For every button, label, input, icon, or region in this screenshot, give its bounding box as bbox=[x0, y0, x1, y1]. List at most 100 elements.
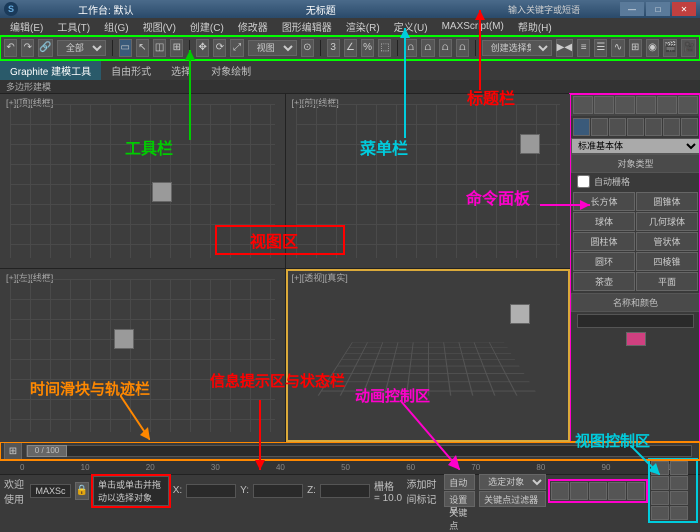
undo-icon[interactable]: ↶ bbox=[4, 39, 17, 57]
zoom-extents-icon[interactable] bbox=[651, 476, 669, 490]
pan-icon[interactable] bbox=[670, 491, 688, 505]
setkey-button[interactable]: 设置关键点 bbox=[444, 491, 475, 507]
angle-snap-icon[interactable]: ∠ bbox=[344, 39, 357, 57]
close-button[interactable]: ✕ bbox=[672, 2, 696, 16]
autokey-button[interactable]: 自动关键点 bbox=[444, 474, 475, 490]
ribbon-tab-graphite[interactable]: Graphite 建模工具 bbox=[0, 61, 101, 80]
align-icon[interactable]: ≡ bbox=[577, 39, 590, 57]
menu-tools[interactable]: 工具(T) bbox=[51, 19, 96, 34]
menu-group[interactable]: 组(G) bbox=[98, 19, 134, 34]
systems-icon[interactable] bbox=[681, 118, 698, 136]
obj-teapot[interactable]: 茶壶 bbox=[573, 272, 635, 291]
hierarchy-tab-icon[interactable] bbox=[615, 96, 635, 114]
obj-plane[interactable]: 平面 bbox=[636, 272, 698, 291]
workspace-label[interactable]: 工作台: 默认 bbox=[78, 2, 134, 17]
pivot-icon[interactable]: ⊙ bbox=[301, 39, 314, 57]
percent-snap-icon[interactable]: % bbox=[361, 39, 374, 57]
schematic-icon[interactable]: ⊞ bbox=[629, 39, 642, 57]
time-slider-track[interactable]: 0 / 100 bbox=[26, 445, 692, 457]
track-bar[interactable]: 010 2030 4050 6070 8090 100 bbox=[0, 460, 700, 474]
obj-cylinder[interactable]: 圆柱体 bbox=[573, 232, 635, 251]
keyobj-select[interactable]: 选定对象 bbox=[479, 474, 546, 490]
menu-view[interactable]: 视图(V) bbox=[137, 19, 182, 34]
rollout-objtype[interactable]: 对象类型 bbox=[571, 154, 700, 173]
script-listener[interactable]: MAXSc bbox=[30, 484, 70, 498]
obj-torus[interactable]: 圆环 bbox=[573, 252, 635, 271]
object-name-input[interactable] bbox=[577, 314, 693, 328]
create-tab-icon[interactable] bbox=[573, 96, 593, 114]
category-dropdown[interactable]: 标准基本体 bbox=[571, 138, 700, 154]
mirror-icon[interactable]: ▶◀ bbox=[556, 39, 573, 57]
magnet3-icon[interactable]: ⩍ bbox=[439, 39, 452, 57]
utilities-tab-icon[interactable] bbox=[678, 96, 698, 114]
modify-tab-icon[interactable] bbox=[594, 96, 614, 114]
zoom-extents-all-icon[interactable] bbox=[670, 476, 688, 490]
maximize-button[interactable]: □ bbox=[646, 2, 670, 16]
prev-frame-icon[interactable] bbox=[570, 482, 588, 500]
play-icon[interactable] bbox=[589, 482, 607, 500]
autogrid-checkbox[interactable] bbox=[577, 175, 590, 188]
display-tab-icon[interactable] bbox=[657, 96, 677, 114]
ribbon-tab-objpaint[interactable]: 对象绘制 bbox=[201, 61, 261, 80]
time-slider-knob[interactable]: 0 / 100 bbox=[27, 445, 67, 457]
timeconfig-icon[interactable]: ⊞ bbox=[4, 442, 22, 460]
menu-modifiers[interactable]: 修改器 bbox=[232, 19, 274, 34]
layers-icon[interactable]: ☰ bbox=[594, 39, 607, 57]
time-slider[interactable]: ⊞ 0 / 100 bbox=[0, 442, 700, 460]
keyfilter-button[interactable]: 关键点过滤器 bbox=[479, 491, 546, 507]
orbit-icon[interactable] bbox=[651, 506, 669, 520]
magnet4-icon[interactable]: ⩍ bbox=[456, 39, 469, 57]
select-rect-icon[interactable]: ◫ bbox=[153, 39, 166, 57]
goto-end-icon[interactable] bbox=[627, 482, 645, 500]
search-hint[interactable]: 输入关键字或短语 bbox=[508, 3, 580, 16]
named-selset[interactable]: 创建选择集 bbox=[482, 40, 552, 56]
spacewarps-icon[interactable] bbox=[663, 118, 680, 136]
goto-start-icon[interactable] bbox=[551, 482, 569, 500]
y-coord[interactable] bbox=[253, 484, 303, 498]
x-coord[interactable] bbox=[186, 484, 236, 498]
link-icon[interactable]: 🔗 bbox=[38, 39, 52, 57]
polymodel-bar[interactable]: 多边形建模 bbox=[0, 80, 700, 94]
helpers-icon[interactable] bbox=[645, 118, 662, 136]
fov-icon[interactable] bbox=[651, 491, 669, 505]
render-setup-icon[interactable]: 🎬 bbox=[663, 39, 677, 57]
object-color-swatch[interactable] bbox=[626, 332, 646, 346]
rollout-namecolor[interactable]: 名称和颜色 bbox=[571, 293, 700, 312]
menu-create[interactable]: 创建(C) bbox=[184, 19, 230, 34]
motion-tab-icon[interactable] bbox=[636, 96, 656, 114]
addtime-label[interactable]: 添加时间标记 bbox=[407, 476, 441, 506]
scale-icon[interactable]: ⤢ bbox=[230, 39, 243, 57]
select-icon[interactable]: ▭ bbox=[119, 39, 132, 57]
vp-label-persp[interactable]: [+][透视][真实] bbox=[292, 271, 348, 284]
shapes-icon[interactable] bbox=[591, 118, 608, 136]
menu-render[interactable]: 渲染(R) bbox=[340, 19, 386, 34]
curve-editor-icon[interactable]: ∿ bbox=[611, 39, 624, 57]
maxtoggle-icon[interactable] bbox=[670, 506, 688, 520]
redo-icon[interactable]: ↷ bbox=[21, 39, 34, 57]
minimize-button[interactable]: — bbox=[620, 2, 644, 16]
cursor-icon[interactable]: ↖ bbox=[136, 39, 149, 57]
lights-icon[interactable] bbox=[609, 118, 626, 136]
magnet2-icon[interactable]: ⩍ bbox=[421, 39, 434, 57]
next-frame-icon[interactable] bbox=[608, 482, 626, 500]
cameras-icon[interactable] bbox=[627, 118, 644, 136]
z-coord[interactable] bbox=[320, 484, 370, 498]
rotate-icon[interactable]: ⟳ bbox=[213, 39, 226, 57]
layer-select[interactable]: 全部 bbox=[57, 40, 106, 56]
refcoord-select[interactable]: 视图 bbox=[248, 40, 297, 56]
menu-edit[interactable]: 编辑(E) bbox=[4, 19, 49, 34]
zoom-all-icon[interactable] bbox=[670, 461, 688, 475]
obj-tube[interactable]: 管状体 bbox=[636, 232, 698, 251]
render-icon[interactable]: 🎥 bbox=[681, 39, 695, 57]
menu-grapheditors[interactable]: 图形编辑器 bbox=[276, 19, 338, 34]
obj-cone[interactable]: 圆锥体 bbox=[636, 192, 698, 211]
selection-lock-icon[interactable]: 🔒 bbox=[75, 482, 89, 500]
menu-help[interactable]: 帮助(H) bbox=[512, 19, 558, 34]
geometry-icon[interactable] bbox=[573, 118, 590, 136]
snap-icon[interactable]: 3 bbox=[327, 39, 340, 57]
ribbon-tab-freeform[interactable]: 自由形式 bbox=[101, 61, 161, 80]
obj-pyramid[interactable]: 四棱锥 bbox=[636, 252, 698, 271]
spinner-snap-icon[interactable]: ⬚ bbox=[378, 39, 391, 57]
material-icon[interactable]: ◉ bbox=[646, 39, 659, 57]
obj-geosphere[interactable]: 几何球体 bbox=[636, 212, 698, 231]
